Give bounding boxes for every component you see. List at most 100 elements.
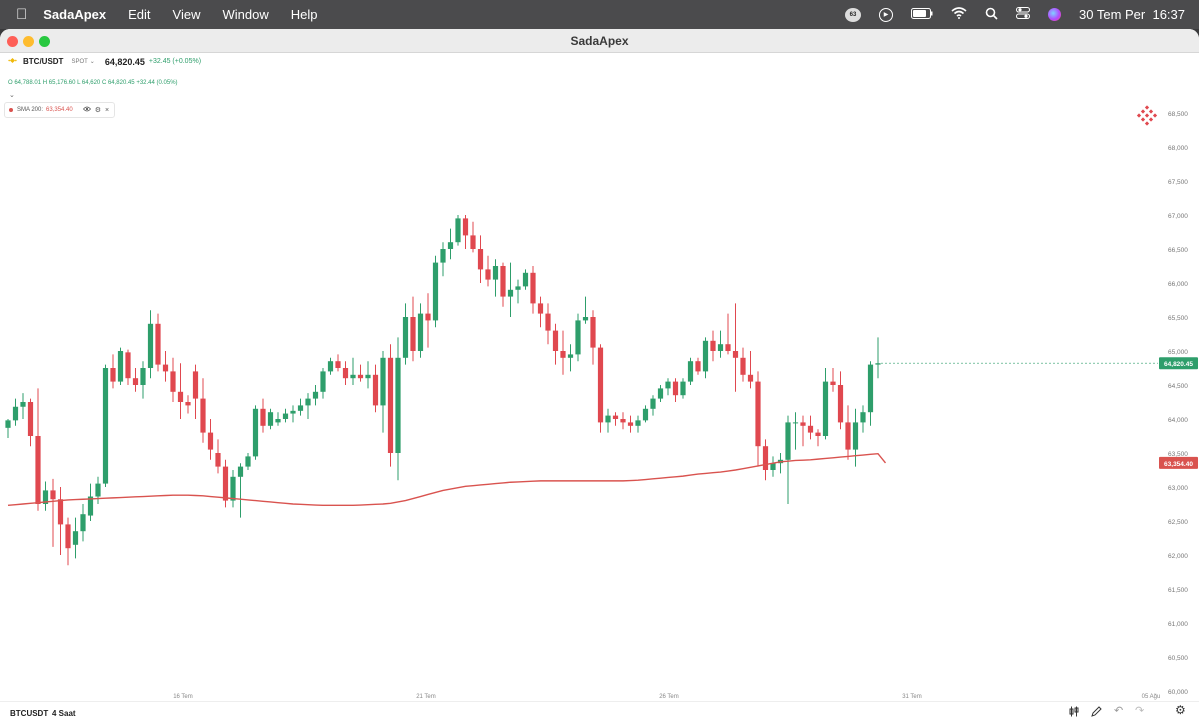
candle-body	[365, 374, 371, 379]
candle-body	[665, 381, 671, 389]
candle-body	[605, 415, 611, 423]
candle-body	[305, 398, 311, 406]
candle-body	[312, 391, 319, 399]
menu-help[interactable]: Help	[291, 7, 318, 22]
candle-body	[402, 317, 409, 358]
candle-body	[162, 364, 169, 372]
bottom-symbol[interactable]: BTCUSDT	[10, 709, 48, 718]
candle-body	[290, 410, 296, 414]
candle-body	[80, 514, 86, 532]
candle-body	[762, 446, 769, 470]
candle-body	[552, 330, 559, 351]
menubar-datetime[interactable]: 30 Tem Per 16:37	[1079, 7, 1185, 22]
candle-body	[852, 422, 859, 450]
ohlc-c-label: C	[101, 80, 107, 86]
wifi-icon[interactable]	[951, 7, 967, 22]
apple-icon[interactable]: 	[16, 6, 27, 23]
price-axis-label: 68,500	[1168, 111, 1188, 118]
candle-body	[57, 499, 64, 525]
price-axis-label: 60,000	[1168, 689, 1188, 696]
candle-body	[485, 269, 491, 280]
menu-view[interactable]: View	[173, 7, 201, 22]
candle-body	[807, 425, 814, 433]
candle-body	[822, 381, 829, 436]
price-axis-label: 64,500	[1168, 383, 1188, 390]
candle-body	[282, 413, 289, 419]
siri-icon[interactable]	[1048, 8, 1061, 21]
candle-body	[635, 420, 641, 426]
candle-body	[492, 266, 499, 280]
price-axis-label: 65,000	[1168, 349, 1188, 356]
menu-edit[interactable]: Edit	[128, 7, 150, 22]
sma-value: 63,354.40	[46, 107, 73, 113]
candle-body	[792, 422, 799, 424]
binance-icon	[8, 56, 17, 67]
candle-body	[455, 218, 461, 243]
bottom-interval[interactable]: 4 Saat	[52, 709, 76, 718]
candle-body	[447, 242, 454, 249]
sma-line	[7, 452, 887, 507]
candle-body	[702, 340, 709, 372]
ohlc-high: 65,176.60	[48, 80, 76, 86]
candle-body	[72, 531, 79, 545]
candle-body	[275, 419, 281, 423]
collapse-indicators-button[interactable]: ⌄	[9, 91, 15, 99]
control-center-icon[interactable]	[1016, 7, 1030, 22]
candle-body	[620, 419, 626, 423]
candle-body	[342, 368, 349, 379]
ohlc-l-label: L	[77, 80, 81, 86]
battery-icon[interactable]	[911, 7, 933, 22]
sma-settings-icon[interactable]: ⚙	[95, 106, 101, 114]
candle-body	[642, 408, 649, 421]
search-icon[interactable]	[985, 7, 998, 23]
candle-body	[875, 363, 881, 365]
chevron-down-icon[interactable]: ⌄	[90, 58, 95, 65]
candle-body	[155, 323, 161, 365]
chart-type-icon[interactable]	[1069, 706, 1079, 719]
pencil-icon[interactable]	[1091, 706, 1102, 719]
current-price: 64,820.45	[104, 56, 145, 67]
candle-body	[680, 381, 686, 396]
window-title: SadaApex	[570, 34, 629, 48]
candle-body	[500, 266, 506, 297]
market-type[interactable]: SPOT	[71, 59, 87, 65]
undo-icon[interactable]: ↶	[1114, 704, 1123, 717]
sma-visibility-icon[interactable]	[82, 106, 91, 114]
chart-area[interactable]: 68,500 68,000 67,500 67,000 66,500 66,000 65,5…	[0, 53, 1199, 721]
candle-body	[140, 368, 146, 385]
price-chart[interactable]: 68,500 68,000 67,500 67,000 66,500 66,000 65,5…	[0, 53, 1199, 701]
candle-body	[95, 483, 101, 497]
candle-body	[590, 317, 596, 348]
candle-body	[837, 385, 844, 423]
time-axis-label: 31 Tem	[902, 694, 922, 700]
candle-body	[417, 313, 424, 351]
price-axis-label: 65,500	[1168, 315, 1188, 322]
candle-body	[395, 357, 401, 453]
candle-body	[110, 368, 116, 382]
sma-close-icon[interactable]: ×	[105, 107, 109, 114]
candle-body	[357, 374, 364, 379]
candle-body	[582, 317, 589, 321]
play-icon[interactable]: ▶	[879, 7, 893, 22]
menu-app-name[interactable]: SadaApex	[43, 7, 106, 22]
symbol-pair[interactable]: BTC/USDT	[23, 57, 63, 66]
candle-body	[672, 381, 679, 396]
candle-body	[815, 432, 821, 436]
redo-icon[interactable]: ↷	[1135, 704, 1144, 717]
candle-body	[125, 352, 131, 379]
ohlc-values: O 64,788.01 H 65,176.60 L 64,620 C 64,82…	[8, 80, 178, 86]
menu-window[interactable]: Window	[222, 7, 268, 22]
notification-icon[interactable]: 63	[845, 7, 861, 22]
menu-bar:  SadaApex Edit View Window Help 63 ▶ 30…	[0, 0, 1199, 29]
candle-body	[207, 432, 214, 450]
candle-body	[410, 317, 416, 351]
candle-body	[222, 466, 229, 501]
candle-body	[230, 476, 236, 501]
candle-body	[185, 402, 191, 406]
settings-icon[interactable]: ⚙	[1175, 703, 1186, 717]
symbol-header: BTC/USDT SPOT ⌄ 64,820.45 +32.45 (+0.05%…	[8, 56, 201, 67]
sma-legend[interactable]: SMA 200: 63,354.40 ⚙ ×	[4, 102, 115, 118]
candle-body	[567, 354, 574, 358]
candle-body	[132, 378, 139, 385]
price-axis-label: 67,000	[1168, 213, 1188, 220]
